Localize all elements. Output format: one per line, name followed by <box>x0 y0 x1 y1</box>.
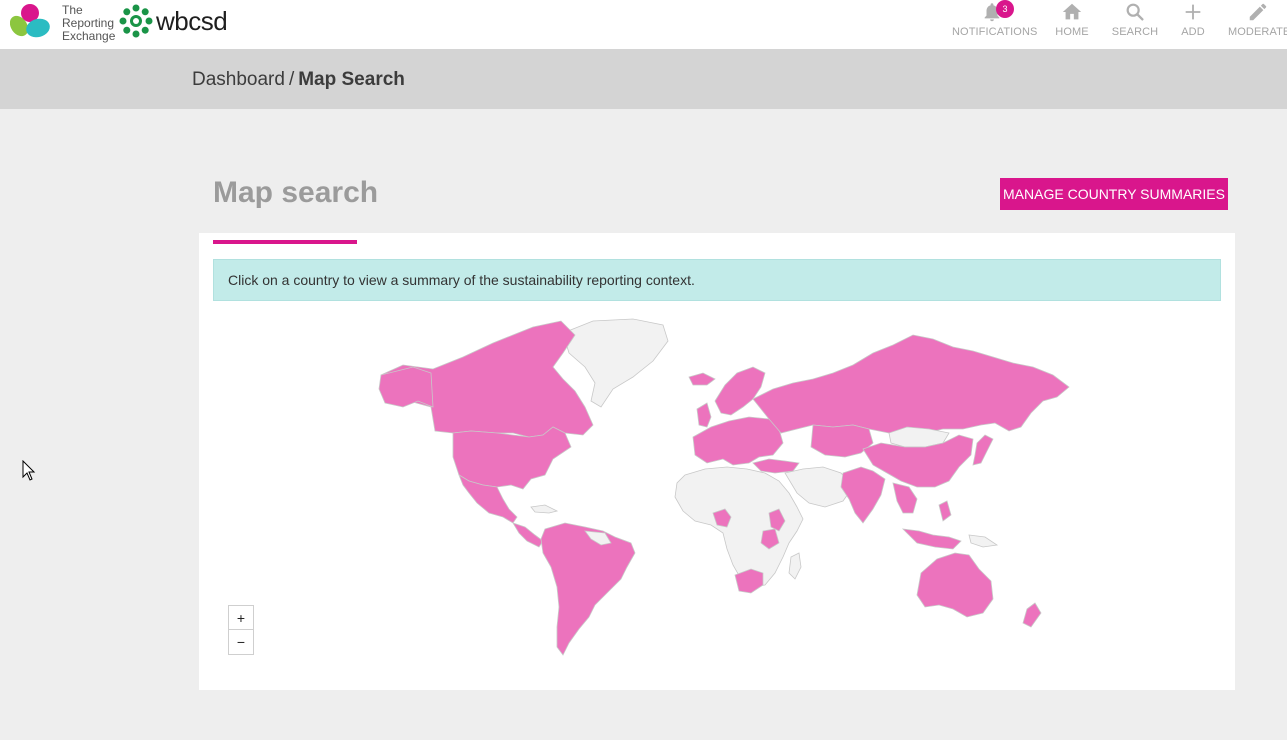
breadcrumb-dashboard-link[interactable]: Dashboard <box>192 69 285 90</box>
nav-label: SEARCH <box>1111 26 1159 38</box>
search-icon <box>1126 3 1144 21</box>
nav-label: NOTIFICATIONS <box>952 26 1038 38</box>
world-map[interactable] <box>213 317 1221 661</box>
nav-label: ADD <box>1181 26 1205 38</box>
top-header: The Reporting Exchange wbcsd 3 NOTIFICAT… <box>0 0 1287 49</box>
country-turkey <box>752 458 800 474</box>
mouse-cursor-icon <box>22 460 36 481</box>
country-cuba <box>530 504 559 514</box>
breadcrumb-current: Map Search <box>298 69 405 90</box>
country-usa <box>452 426 572 490</box>
country-central-asia <box>810 424 874 458</box>
nav-search[interactable]: SEARCH <box>1111 0 1159 49</box>
nav-add[interactable]: ADD <box>1176 0 1210 49</box>
zoom-out-button[interactable]: − <box>228 630 254 655</box>
country-scandinavia <box>714 366 766 416</box>
zoom-in-button[interactable]: + <box>228 605 254 630</box>
breadcrumb: Dashboard / Map Search <box>192 69 405 91</box>
country-iceland <box>688 372 716 386</box>
reporting-exchange-logo-text: The Reporting Exchange <box>62 3 116 43</box>
manage-country-summaries-button[interactable]: MANAGE COUNTRY SUMMARIES <box>1000 178 1228 210</box>
wbcsd-logo-text: wbcsd <box>156 6 228 36</box>
country-png <box>968 534 999 548</box>
breadcrumb-bar: Dashboard / Map Search <box>0 49 1287 109</box>
active-tab-indicator <box>213 240 357 244</box>
map-zoom-controls: + − <box>228 605 254 655</box>
wbcsd-logo[interactable]: wbcsd <box>118 2 233 42</box>
nav-home[interactable]: HOME <box>1052 0 1092 49</box>
country-india <box>840 466 886 524</box>
page-title: Map search <box>213 176 379 209</box>
country-australia <box>916 552 994 618</box>
country-south-america <box>540 522 636 656</box>
nav-notifications[interactable]: 3 NOTIFICATIONS <box>952 0 1038 49</box>
home-icon <box>1062 3 1082 20</box>
country-philippines <box>938 500 952 522</box>
nav-label: MODERATE <box>1228 26 1287 38</box>
pencil-icon <box>1249 3 1267 21</box>
country-uk <box>696 402 712 428</box>
country-madagascar <box>788 552 802 580</box>
reporting-exchange-logo-mark <box>9 4 50 38</box>
country-se-asia <box>892 482 918 514</box>
country-japan <box>972 434 994 466</box>
country-new-zealand <box>1022 602 1042 628</box>
country-greenland <box>562 318 669 408</box>
wbcsd-logo-mark <box>119 4 153 38</box>
country-central-america <box>512 522 544 548</box>
country-russia <box>752 334 1070 438</box>
country-africa <box>674 466 804 588</box>
nav-moderate[interactable]: MODERATE <box>1228 0 1287 49</box>
nav-label: HOME <box>1055 26 1089 38</box>
notification-count-badge: 3 <box>996 0 1014 18</box>
plus-icon <box>1185 4 1201 20</box>
world-map-svg <box>378 318 1070 656</box>
breadcrumb-separator: / <box>288 69 295 90</box>
map-card: Click on a country to view a summary of … <box>199 233 1235 690</box>
info-alert: Click on a country to view a summary of … <box>213 259 1221 301</box>
country-indonesia <box>901 528 962 550</box>
reporting-exchange-logo[interactable]: The Reporting Exchange <box>9 2 115 46</box>
